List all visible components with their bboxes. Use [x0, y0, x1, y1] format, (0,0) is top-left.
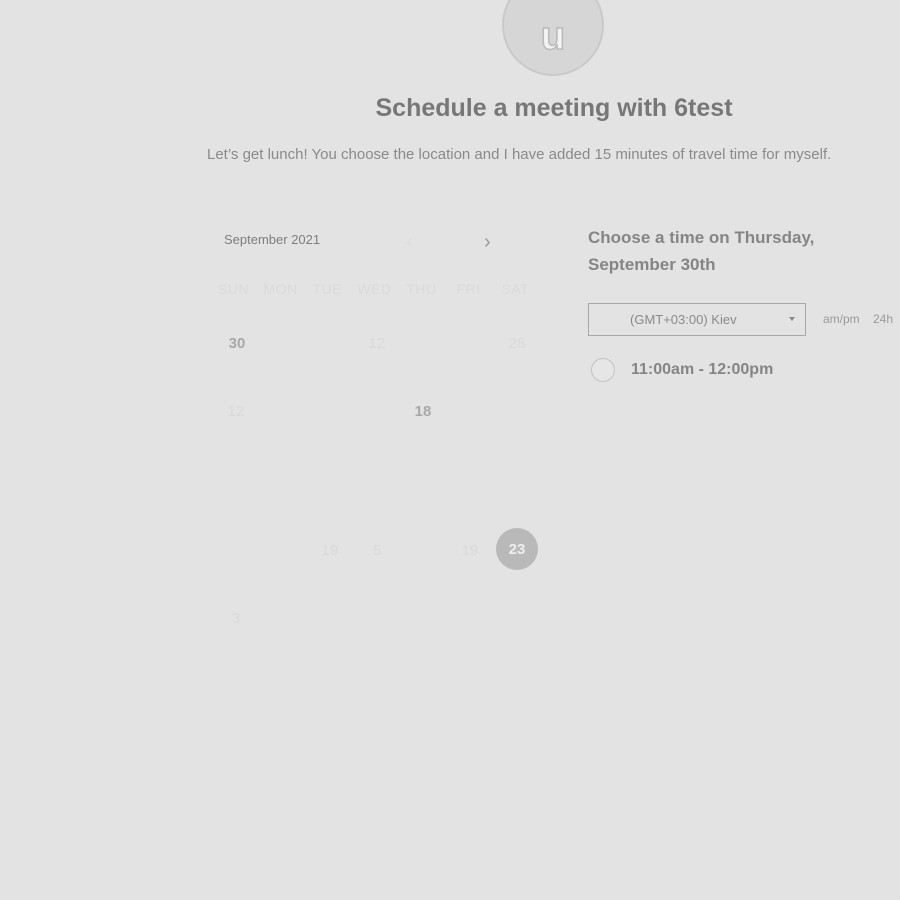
previous-month-icon[interactable]: ‹	[406, 230, 413, 254]
calendar-day: 3	[231, 609, 241, 627]
time-heading: Choose a time on Thursday, September 30t…	[588, 228, 815, 274]
host-avatar: u	[502, 0, 604, 76]
calendar-day: 12	[227, 402, 245, 420]
weekday-label: THU	[406, 281, 437, 297]
time-slot-option[interactable]: 11:00am - 12:00pm	[591, 358, 773, 382]
weekday-label: MON	[263, 281, 298, 297]
calendar-day: 28	[508, 334, 526, 352]
timezone-value: (GMT+03:00) Kiev	[630, 312, 737, 327]
format-24h-toggle[interactable]: 24h	[873, 312, 893, 326]
caret-down-icon	[789, 317, 795, 321]
calendar-day: 19	[461, 541, 479, 559]
calendar-day: 18	[414, 402, 432, 420]
weekday-header: SUN MON TUE WED THU FRI SAT	[210, 281, 539, 297]
weekday-label: SUN	[217, 281, 250, 297]
format-ampm-toggle[interactable]: am/pm	[823, 312, 860, 326]
weekday-label: TUE	[312, 281, 343, 297]
weekday-label: SAT	[501, 281, 530, 297]
time-slot-label: 11:00am - 12:00pm	[631, 361, 774, 378]
avatar-initial: u	[540, 13, 566, 59]
next-month-icon[interactable]: ›	[484, 230, 491, 254]
scheduling-page: u Schedule a meeting with 6test Let’s ge…	[0, 0, 900, 900]
calendar-month-label: September 2021	[224, 232, 321, 247]
calendar-day-selected[interactable]: 23	[496, 528, 538, 570]
calendar-day: 12	[368, 334, 386, 352]
meeting-description: Let’s get lunch! You choose the location…	[207, 146, 832, 163]
weekday-label: WED	[357, 281, 392, 297]
radio-circle-icon[interactable]	[591, 358, 615, 382]
calendar-day: 19	[321, 541, 339, 559]
weekday-label: FRI	[456, 281, 481, 297]
page-title: Schedule a meeting with 6test	[375, 94, 733, 122]
calendar-day: 30	[228, 334, 246, 352]
timezone-select[interactable]: (GMT+03:00) Kiev	[588, 303, 806, 336]
calendar-day: 5	[372, 541, 382, 559]
